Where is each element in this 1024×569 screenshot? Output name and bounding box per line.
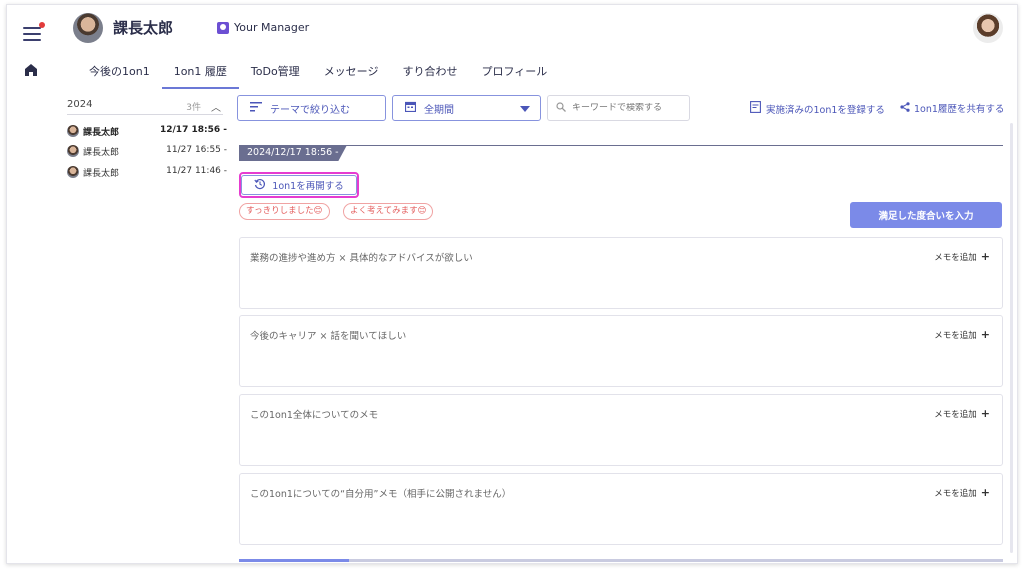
memo-title: 業務の進捗や進め方 × 具体的なアドバイスが欲しい: [250, 253, 473, 264]
menu-icon[interactable]: [23, 22, 45, 41]
memo-title: 今後のキャリア × 話を聞いてほしい: [250, 331, 407, 342]
resume-1on1-inner: 1on1を再開する: [241, 175, 357, 195]
register-1on1-label: 実施済みの1on1を登録する: [766, 104, 885, 116]
home-icon[interactable]: [24, 63, 38, 77]
chevron-up-icon[interactable]: ︿: [211, 99, 221, 114]
history-time: 12/17 18:56 -: [160, 125, 227, 135]
plus-icon: +: [980, 486, 990, 499]
add-memo-button[interactable]: メモを追加 +: [934, 486, 990, 499]
theme-filter-label: テーマで絞り込む: [270, 104, 350, 116]
feedback-tag: すっきりしました😊: [239, 203, 330, 220]
memo-title: この1on1全体についてのメモ: [250, 410, 379, 421]
history-count: 3件: [186, 103, 201, 113]
tab-messages[interactable]: メッセージ: [312, 61, 391, 89]
add-memo-label: メモを追加: [934, 330, 977, 341]
page-title: 課長太郎: [113, 19, 174, 37]
share-history-label: 1on1履歴を共有する: [914, 104, 1005, 115]
list-item[interactable]: 課長太郎 11/27 16:55 -: [67, 143, 227, 161]
search-box: [547, 95, 690, 121]
add-memo-button[interactable]: メモを追加 +: [934, 250, 990, 263]
resume-1on1-button[interactable]: 1on1を再開する: [239, 172, 359, 198]
memo-card: この1on1についての“自分用”メモ（相手に公開されません） メモを追加 +: [239, 473, 1003, 545]
tab-alignment[interactable]: すり合わせ: [390, 61, 469, 89]
feedback-tag: よく考えてみます😊: [343, 203, 434, 220]
resume-1on1-label: 1on1を再開する: [272, 181, 344, 192]
plus-icon: +: [980, 250, 990, 263]
search-icon: [556, 101, 566, 115]
list-item[interactable]: 課長太郎 11/27 11:46 -: [67, 164, 227, 182]
register-1on1-link[interactable]: 実施済みの1on1を登録する: [750, 101, 885, 116]
avatar: [67, 125, 79, 137]
plus-icon: +: [980, 407, 990, 420]
session-date: 2024/12/17 18:56 -: [239, 145, 347, 161]
list-item[interactable]: 課長太郎 12/17 18:56 -: [67, 123, 227, 141]
theme-filter-button[interactable]: テーマで絞り込む: [237, 95, 386, 121]
calendar-icon: [404, 101, 417, 115]
add-memo-button[interactable]: メモを追加 +: [934, 407, 990, 420]
app-window: 課長太郎 Your Manager 今後の1on1 1on1 履歴 ToDo管理…: [6, 4, 1018, 564]
notification-dot: [39, 22, 45, 28]
satisfaction-button[interactable]: 満足した度合いを入力: [850, 202, 1002, 228]
scrollbar[interactable]: [1010, 123, 1013, 553]
memo-title: この1on1についての“自分用”メモ（相手に公開されません）: [250, 489, 512, 500]
memo-card: この1on1全体についてのメモ メモを追加 +: [239, 394, 1003, 466]
history-time: 11/27 11:46 -: [166, 166, 227, 176]
memo-card: 今後のキャリア × 話を聞いてほしい メモを追加 +: [239, 315, 1003, 387]
memo-card: 業務の進捗や進め方 × 具体的なアドバイスが欲しい メモを追加 +: [239, 237, 1003, 309]
role-label: Your Manager: [234, 21, 310, 34]
filter-icon: [250, 101, 262, 115]
avatar: [67, 166, 79, 178]
tab-todo[interactable]: ToDo管理: [239, 61, 312, 89]
period-label: 全期間: [424, 104, 454, 116]
role-badge: Your Manager: [217, 21, 309, 34]
add-memo-label: メモを追加: [934, 252, 977, 263]
history-name: 課長太郎: [83, 148, 120, 158]
share-icon: [900, 101, 910, 115]
add-memo-button[interactable]: メモを追加 +: [934, 328, 990, 341]
share-history-link[interactable]: 1on1履歴を共有する: [900, 101, 1004, 115]
search-input[interactable]: [572, 103, 682, 113]
add-memo-label: メモを追加: [934, 488, 977, 499]
avatar: [67, 145, 79, 157]
history-year: 2024: [67, 99, 93, 110]
caret-down-icon: [520, 106, 530, 112]
plus-icon: +: [980, 328, 990, 341]
tab-bar: 今後の1on1 1on1 履歴 ToDo管理 メッセージ すり合わせ プロフィー…: [77, 61, 559, 89]
document-icon: [750, 101, 761, 116]
person-badge-icon: [217, 21, 229, 34]
tab-upcoming[interactable]: 今後の1on1: [77, 61, 162, 89]
period-select[interactable]: 全期間: [392, 95, 541, 121]
next-session-divider: [239, 559, 1003, 562]
account-avatar[interactable]: [973, 13, 1003, 43]
avatar: [73, 13, 103, 43]
history-time: 11/27 16:55 -: [166, 145, 227, 155]
session-divider: [239, 145, 1003, 146]
history-year-header[interactable]: 2024 3件 ︿: [67, 97, 223, 115]
tab-history[interactable]: 1on1 履歴: [161, 61, 239, 89]
add-memo-label: メモを追加: [934, 409, 977, 420]
history-name: 課長太郎: [83, 128, 120, 138]
tab-profile[interactable]: プロフィール: [469, 61, 559, 89]
history-icon: [254, 178, 266, 193]
history-name: 課長太郎: [83, 169, 120, 179]
